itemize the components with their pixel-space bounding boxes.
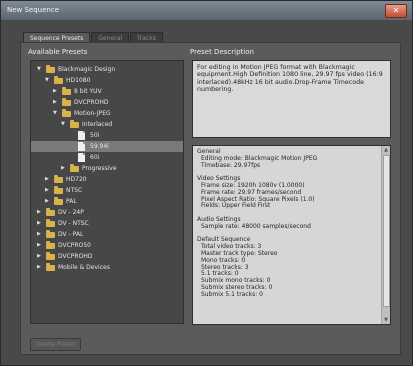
preset-tree-label: DV - 24P (58, 209, 84, 216)
preset-tree-row[interactable]: ▼ Blackmagic Design (31, 64, 183, 75)
preset-tree-row[interactable]: ▶ Progressive (31, 163, 183, 174)
folder-icon (54, 186, 63, 194)
preset-tree-row[interactable]: ▶ 8 bit YUV (31, 86, 183, 97)
preset-tree-row[interactable]: 59.94i (31, 141, 183, 152)
folder-icon (46, 219, 55, 227)
preset-tree-row[interactable]: ▶ PAL (31, 196, 183, 207)
preset-tree-label: DV - NTSC (58, 220, 89, 227)
disclosure-collapsed-icon[interactable]: ▶ (45, 185, 49, 196)
preset-tree-label: Interlaced (82, 121, 113, 128)
preset-details-panel: General Editing mode: Blackmagic Motion … (192, 145, 391, 325)
folder-icon (46, 252, 55, 260)
folder-icon (54, 197, 63, 205)
folder-icon (70, 164, 79, 172)
folder-icon (46, 208, 55, 216)
preset-tree-row[interactable]: 50i (31, 130, 183, 141)
disclosure-collapsed-icon[interactable]: ▶ (37, 229, 41, 240)
preset-file-icon (78, 131, 85, 140)
disclosure-collapsed-icon[interactable]: ▶ (53, 86, 57, 97)
disclosure-expanded-icon[interactable]: ▼ (37, 64, 41, 75)
folder-icon (46, 263, 55, 271)
preset-tree-label: DVCPRO50 (58, 242, 91, 249)
preset-tree-row[interactable]: ▶ DVCPRO50 (31, 240, 183, 251)
disclosure-collapsed-icon[interactable]: ▶ (45, 174, 49, 185)
folder-icon (62, 87, 71, 95)
folder-icon (62, 98, 71, 106)
available-presets-label: Available Presets (28, 48, 88, 56)
preset-tree-row[interactable]: ▶ NTSC (31, 185, 183, 196)
delete-preset-button[interactable]: Delete Preset (30, 338, 81, 351)
preset-tree-row[interactable]: ▶ Mobile & Devices (31, 262, 183, 273)
preset-detail-line: Timebase: 29.97fps (201, 161, 261, 169)
details-scrollbar[interactable]: ▲ ▼ (381, 146, 390, 324)
preset-file-icon (78, 142, 85, 151)
preset-tree-label: Progressive (82, 165, 117, 172)
preset-tree-label: Blackmagic Design (58, 66, 116, 73)
folder-icon (70, 120, 79, 128)
preset-tree-label: PAL (66, 198, 77, 205)
disclosure-collapsed-icon[interactable]: ▶ (61, 163, 65, 174)
preset-tree-label: DVCPROHD (74, 99, 109, 106)
preset-tree-row[interactable]: ▼ Motion-JPEG (31, 108, 183, 119)
disclosure-collapsed-icon[interactable]: ▶ (53, 97, 57, 108)
disclosure-collapsed-icon[interactable]: ▶ (37, 262, 41, 273)
preset-tree-row[interactable]: ▶ DV - PAL (31, 229, 183, 240)
preset-detail-line: Submix 5.1 tracks: 0 (201, 290, 263, 298)
disclosure-expanded-icon[interactable]: ▼ (45, 75, 49, 86)
preset-tree-label: Mobile & Devices (58, 264, 110, 271)
disclosure-collapsed-icon[interactable]: ▶ (37, 240, 41, 251)
disclosure-collapsed-icon[interactable]: ▶ (37, 251, 41, 262)
preset-description-text: For editing in Motion JPEG format with B… (192, 60, 391, 138)
disclosure-collapsed-icon[interactable]: ▶ (37, 218, 41, 229)
preset-detail-line: Fields: Upper Field First (201, 202, 271, 210)
disclosure-collapsed-icon[interactable]: ▶ (45, 196, 49, 207)
preset-description-label: Preset Description (190, 48, 254, 56)
preset-tree-row[interactable]: ▶ HD720 (31, 174, 183, 185)
preset-tree-row[interactable]: ▶ DVCPROHD (31, 251, 183, 262)
preset-detail-line: Sample rate: 48000 samples/second (201, 222, 311, 230)
folder-icon (54, 175, 63, 183)
preset-tree-label: HD720 (66, 176, 87, 183)
preset-tree-label: 59.94i (90, 143, 109, 150)
preset-tree-row[interactable]: ▶ DV - NTSC (31, 218, 183, 229)
preset-tree-row[interactable]: ▶ DV - 24P (31, 207, 183, 218)
preset-tree-label: 60i (90, 154, 100, 161)
scroll-up-icon[interactable]: ▲ (382, 146, 390, 154)
preset-tree-row[interactable]: ▼ HD1080 (31, 75, 183, 86)
folder-icon (62, 109, 71, 117)
scroll-thumb[interactable] (383, 155, 390, 307)
title-bar[interactable]: New Sequence ✕ (1, 1, 412, 20)
window-title: New Sequence (7, 6, 60, 14)
preset-tree-row[interactable]: ▶ DVCPROHD (31, 97, 183, 108)
folder-icon (46, 230, 55, 238)
close-icon[interactable]: ✕ (385, 4, 407, 18)
presets-tree[interactable]: ▼ Blackmagic Design ▼ HD1080 ▶ 8 bit YUV ▶ DVCP… (30, 60, 184, 324)
preset-tree-label: HD1080 (66, 77, 91, 84)
disclosure-expanded-icon[interactable]: ▼ (53, 108, 57, 119)
preset-details-text: General Editing mode: Blackmagic Motion … (197, 148, 377, 299)
disclosure-expanded-icon[interactable]: ▼ (61, 119, 65, 130)
folder-icon (46, 65, 55, 73)
folder-icon (46, 241, 55, 249)
preset-tree-row[interactable]: 60i (31, 152, 183, 163)
preset-tree-label: Motion-JPEG (74, 110, 111, 117)
preset-tree-label: DV - PAL (58, 231, 84, 238)
preset-tree-row[interactable]: ▼ Interlaced (31, 119, 183, 130)
scroll-down-icon[interactable]: ▼ (382, 316, 390, 324)
preset-tree-label: 8 bit YUV (74, 88, 102, 95)
preset-tree-label: 50i (90, 132, 100, 139)
disclosure-collapsed-icon[interactable]: ▶ (37, 207, 41, 218)
preset-file-icon (78, 153, 85, 162)
preset-tree-label: NTSC (66, 187, 83, 194)
preset-tree-label: DVCPROHD (58, 253, 93, 260)
folder-icon (54, 76, 63, 84)
